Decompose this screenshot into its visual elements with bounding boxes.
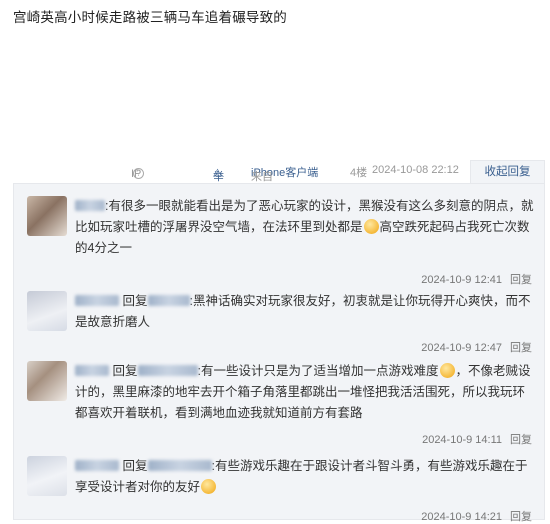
reply-button[interactable]: 回复 — [510, 342, 532, 354]
comment-time: 2024-10-9 14:21 — [421, 511, 502, 523]
comment-body: 回复:有些游戏乐趣在于跟设计者斗智斗勇，有些游戏乐趣在于享受设计者对你的友好 — [75, 456, 537, 498]
smile-emoji-icon — [363, 219, 379, 234]
username-link[interactable] — [75, 459, 119, 473]
comment-footer: 2024-10-9 12:41 回复 — [421, 271, 532, 287]
reply-prefix: 回复 — [122, 294, 148, 308]
post-timestamp: 2024-10-08 22:12 — [372, 164, 459, 176]
post-text: 宫崎英高小时候走路被三辆马车追着碾导致的 — [13, 10, 287, 25]
floor-number: 4楼 — [350, 167, 368, 179]
comment-text: 有一些设计只是为了适当增加一点游戏难度 — [200, 364, 439, 378]
reply-target-link[interactable] — [147, 459, 212, 473]
reply-target-link[interactable] — [147, 294, 190, 308]
help-icon[interactable]: ? — [133, 168, 144, 179]
comment-time: 2024-10-9 12:47 — [421, 342, 502, 354]
avatar[interactable] — [27, 456, 67, 496]
smile-emoji-icon — [439, 363, 455, 378]
username-link[interactable] — [75, 294, 119, 308]
reply-target-link[interactable] — [137, 364, 198, 378]
username-link[interactable] — [75, 364, 109, 378]
comment-footer: 2024-10-9 14:21 回复 — [421, 508, 532, 524]
reply-list: :有很多一眼就能看出是为了恶心玩家的设计，黑猴没有这么多刻意的阴点，就比如玩家吐… — [13, 183, 545, 523]
comment-time: 2024-10-9 14:11 — [422, 434, 502, 446]
avatar[interactable] — [27, 196, 67, 236]
reply-prefix: 回复 — [122, 459, 148, 473]
avatar[interactable] — [27, 361, 67, 401]
comment-time: 2024-10-9 12:41 — [421, 274, 502, 286]
username-link[interactable] — [75, 199, 105, 213]
collapse-replies-button[interactable]: 收起回复 — [470, 160, 545, 184]
smile-emoji-icon — [201, 479, 217, 494]
reply-button[interactable]: 回复 — [510, 434, 532, 446]
comment-body: 回复:黑神话确实对玩家很友好，初衷就是让你玩得开心爽快，而不是故意折磨人 — [75, 291, 537, 333]
source-prefix: 来自 — [251, 171, 273, 183]
comment-body: 回复:有一些设计只是为了适当增加一点游戏难度 ，不像老贼设计的，黑里麻漆的地牢去开… — [75, 361, 537, 424]
avatar[interactable] — [27, 291, 67, 331]
post-source: 来自 iPhone客户端 — [251, 164, 318, 183]
comment-footer: 2024-10-9 14:11 回复 — [422, 431, 532, 447]
reply-button[interactable]: 回复 — [510, 511, 532, 523]
comment-body: :有很多一眼就能看出是为了恶心玩家的设计，黑猴没有这么多刻意的阴点，就比如玩家吐… — [75, 196, 537, 259]
comment-footer: 2024-10-9 12:47 回复 — [421, 339, 532, 355]
reply-button[interactable]: 回复 — [510, 274, 532, 286]
reply-prefix: 回复 — [112, 364, 138, 378]
post-meta-bar: IP属地:上海? ⚠举报 来自iPhone客户端 4楼 2024-10-08 2… — [0, 160, 550, 243]
